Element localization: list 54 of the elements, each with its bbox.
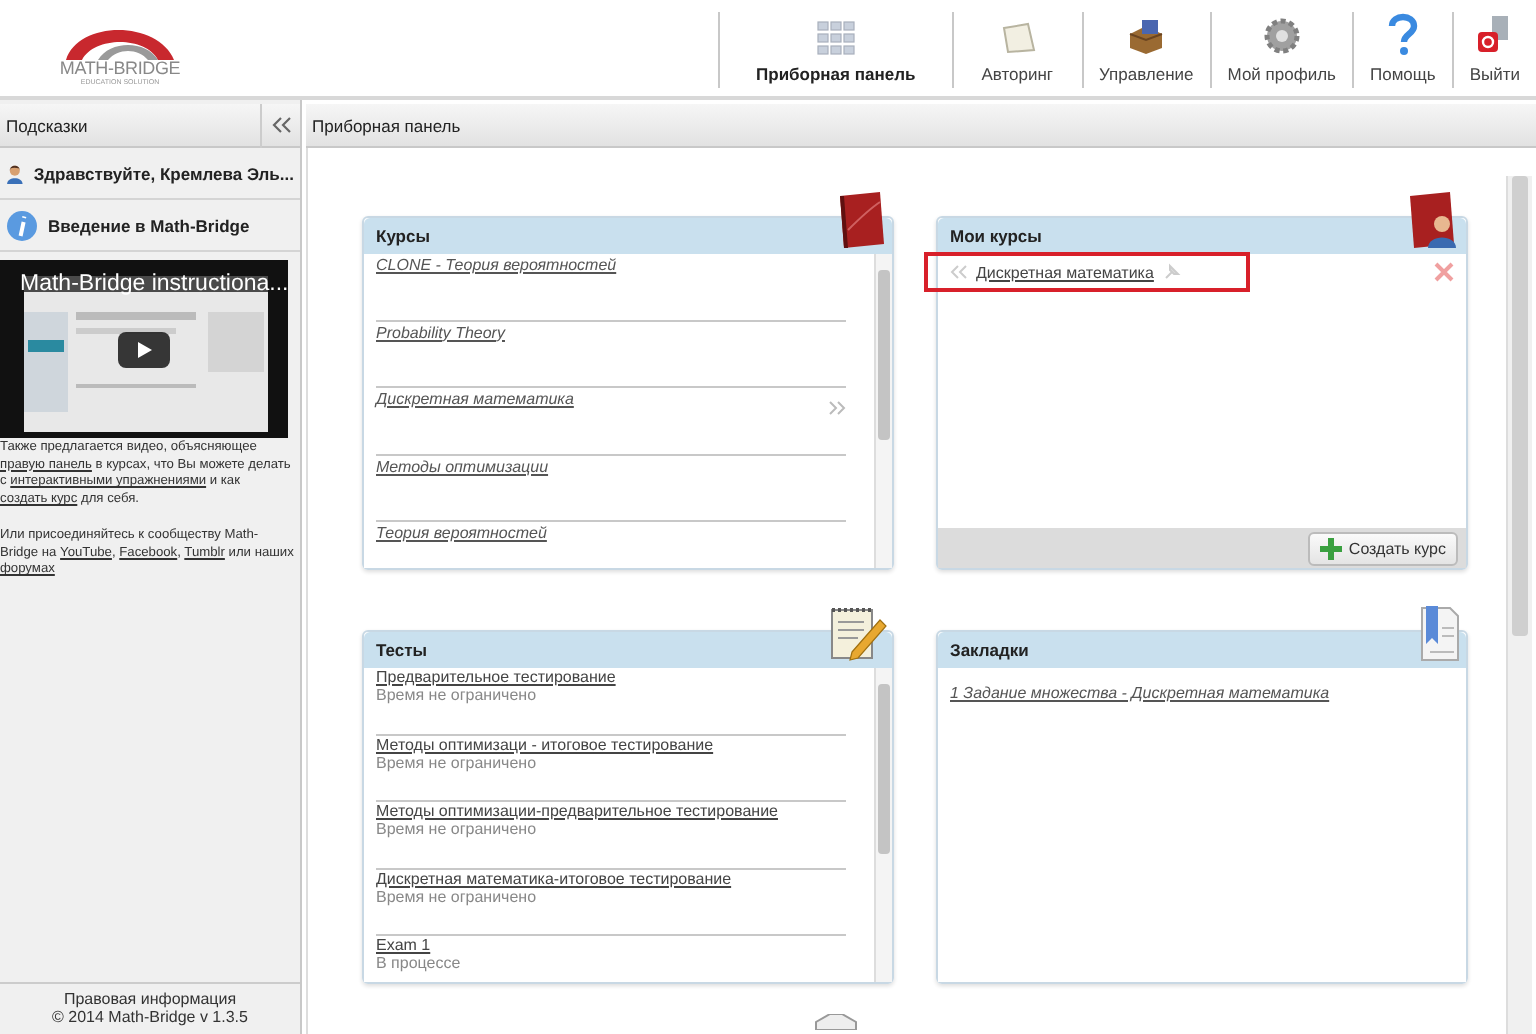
nav-button[interactable]: Помощь [1351,12,1452,88]
card-icon [814,1014,858,1030]
course-link[interactable]: CLONE - Теория вероятностей [376,256,617,274]
grid-icon [815,20,856,56]
help-icon [1384,12,1421,56]
main-title: Приборная панель [310,115,461,135]
nav-button[interactable]: Управление [1081,12,1210,88]
box-icon [1126,16,1167,56]
copyright-text: © 2014 Math-Bridge v 1.3.5 [52,1008,248,1026]
pin-icon[interactable] [1161,262,1182,282]
nav-button[interactable]: Приборная панель [718,12,952,88]
scrollbar[interactable] [874,668,892,982]
nav-button[interactable]: Выйти [1451,12,1536,88]
info-icon [6,209,38,241]
legal-link[interactable]: Правовая информация [63,990,237,1008]
collapse-icon [271,116,291,134]
test-link[interactable]: Методы оптимизации-предварительное тестирование [376,802,846,820]
sidebar-title: Подсказки [4,115,88,135]
card-title: Закладки [948,640,1029,660]
test-link[interactable]: Предварительное тестирование [376,668,846,686]
nav-button[interactable]: Авторинг [951,12,1082,88]
book-icon [836,190,888,250]
test-status: Время не ограничено [376,686,539,704]
course-link[interactable]: Дискретная математика [976,263,1154,281]
card-title: Курсы [374,226,430,246]
card-title: Мои курсы [948,226,1042,246]
test-link[interactable]: Дискретная математика-итоговое тестирование [376,869,846,887]
test-status: Время не ограничено [376,887,539,905]
gear-icon [1261,16,1302,56]
test-status: Время не ограничено [376,820,539,838]
scrollbar[interactable] [874,254,892,568]
test-link[interactable]: Методы оптимизаци - итоговое тестирование [376,735,846,753]
bookmark-link[interactable]: 1 Задание множества - Дискретная математика [950,684,1330,702]
back-icon[interactable] [950,264,968,280]
intro-title: Введение в Math-Bridge [48,215,250,235]
close-icon[interactable] [1434,262,1454,282]
course-link[interactable]: Probability Theory [376,323,505,341]
test-status: В процессе [376,954,463,972]
course-link[interactable]: Теория вероятностей [376,524,547,542]
scrollbar[interactable] [1506,176,1532,1034]
book-user-icon [1406,190,1462,250]
plus-icon [1320,537,1343,559]
forward-icon[interactable] [828,400,846,416]
test-link[interactable]: Exam 1 [376,936,846,954]
course-link[interactable]: Дискретная математика [376,390,574,408]
video-title: Math-Bridge instructiona... [20,272,289,296]
create-course-button[interactable]: Создать курс [1308,531,1458,565]
course-link[interactable]: Методы оптимизации [376,457,549,475]
test-status: Время не ограничено [376,753,539,771]
nav-button[interactable]: Мой профиль [1209,12,1352,88]
card-title: Тесты [374,640,428,660]
play-icon[interactable] [118,332,170,368]
greeting-text: Здравствуйте, Кремлева Эль... [33,163,294,183]
paper-icon [997,20,1038,56]
